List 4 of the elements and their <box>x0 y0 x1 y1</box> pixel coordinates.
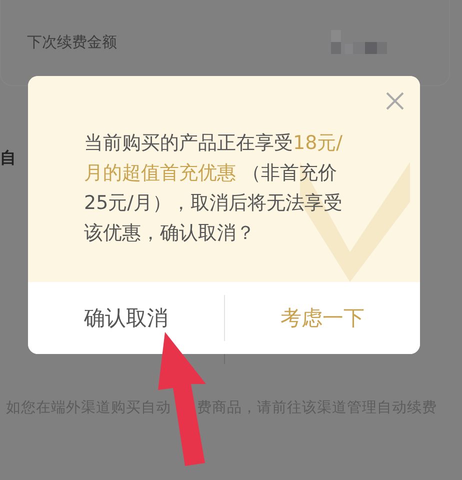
dialog-message: 当前购买的产品正在享受18元/月的超值首充优惠 （非首充价25元/月），取消后将无法享受该优惠，确认取消？ <box>83 131 344 246</box>
close-icon[interactable] <box>385 91 405 111</box>
section-label: 自 <box>0 148 16 169</box>
renewal-label: 下次续费金额 <box>27 33 117 52</box>
